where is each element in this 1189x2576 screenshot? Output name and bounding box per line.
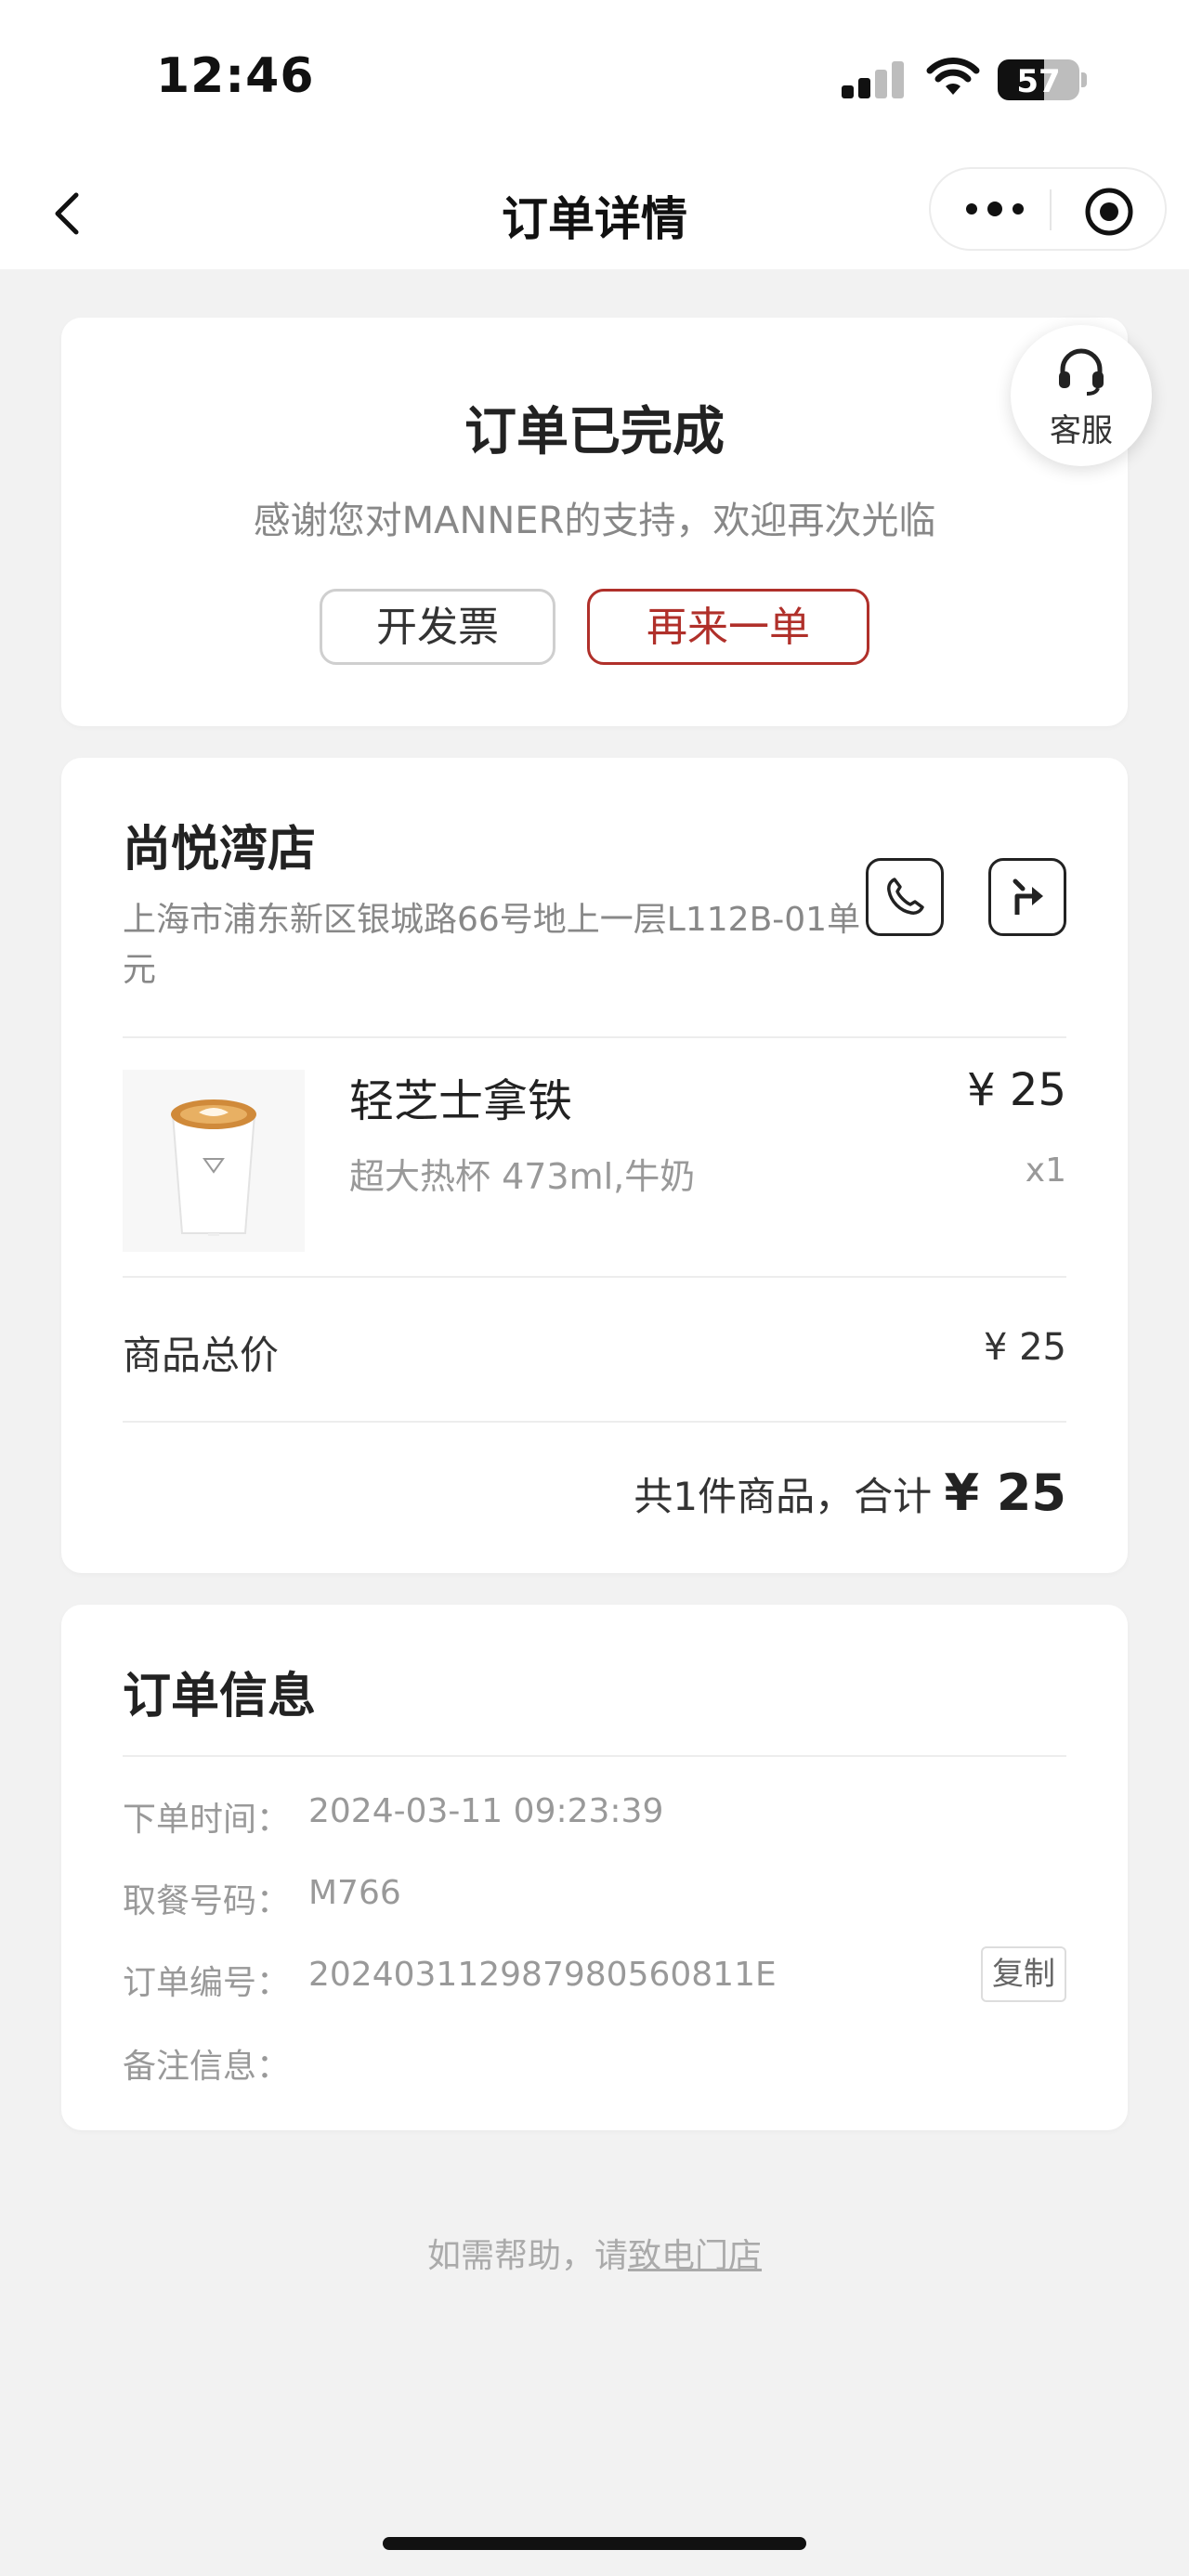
battery-level: 57 (1016, 63, 1061, 100)
order-number-value: 20240311298798056081​1E (308, 1956, 777, 1994)
subtotal-value: ¥ 25 (983, 1326, 1066, 1369)
product-price: ¥ 25 (967, 1064, 1066, 1116)
store-name: 尚悦湾店 (123, 822, 317, 878)
call-store-link[interactable]: 致电门店 (628, 2237, 762, 2275)
remarks-row: 备注信息： (123, 2039, 290, 2088)
headset-icon (1059, 348, 1104, 396)
battery-icon: 57 (998, 59, 1079, 100)
product-quantity: x1 (1025, 1151, 1066, 1190)
coffee-cup-icon (171, 1099, 256, 1236)
order-status-title: 订单已完成 (464, 402, 725, 462)
subtotal-label: 商品总价 (123, 1333, 280, 1378)
navigate-button[interactable] (988, 858, 1066, 936)
product-spec: 超大热杯 473ml,牛奶 (349, 1156, 696, 1197)
phone-icon (887, 878, 924, 915)
order-info-title: 订单信息 (123, 1669, 317, 1724)
mini-program-capsule (929, 167, 1167, 251)
order-time-value: 2024-03-11 09:23:39 (308, 1792, 664, 1830)
home-indicator (383, 2537, 806, 2550)
divider (123, 1036, 1066, 1038)
order-total-value: ¥ 25 (944, 1464, 1066, 1522)
store-address: 上海市浦东新区银城路66号地上一层L112B-01单元 (123, 901, 861, 989)
store-order-card: 尚悦湾店 上海市浦东新区银城路66号地上一层L112B-01单元 轻芝士拿铁 超… (61, 758, 1128, 1573)
nav-bar: 订单详情 (0, 158, 1189, 269)
copy-order-number-button[interactable]: 复制 (981, 1946, 1066, 2002)
battery-tip (1081, 72, 1087, 87)
status-bar: 12:46 57 (0, 0, 1189, 158)
order-status-subtitle: 感谢您对MANNER的支持，欢迎再次光临 (253, 500, 936, 542)
wifi-icon (926, 58, 980, 95)
customer-service-label: 客服 (1050, 412, 1113, 449)
divider (123, 1421, 1066, 1423)
order-total: 共1件商品，合计 ¥ 25 (634, 1464, 1066, 1522)
directions-icon (1013, 878, 1043, 915)
close-target-icon[interactable] (1083, 186, 1135, 238)
info-label: 备注信息： (123, 2048, 291, 2086)
order-info-card: 订单信息 下单时间： 2024-03-11 09:23:39 取餐号码： M76… (61, 1605, 1128, 2130)
help-text: 如需帮助，请致电门店 (0, 2229, 1189, 2277)
status-time: 12:46 (156, 48, 315, 104)
info-label: 订单编号： (123, 1964, 291, 2002)
product-name: 轻芝士拿铁 (349, 1075, 573, 1127)
divider (123, 1276, 1066, 1278)
capsule-divider (1050, 189, 1052, 230)
more-icon[interactable] (962, 195, 1027, 223)
reorder-button[interactable]: 再来一单 (587, 589, 869, 665)
info-label: 下单时间： (123, 1801, 291, 1839)
info-label: 取餐号码： (123, 1882, 291, 1920)
product-image (123, 1070, 305, 1252)
help-prefix: 如需帮助，请 (426, 2237, 628, 2275)
invoice-button[interactable]: 开发票 (320, 589, 555, 665)
pickup-number-row: 取餐号码： M766 (123, 1874, 401, 1922)
divider (123, 1755, 1066, 1757)
cellular-signal-icon (842, 61, 907, 98)
order-status-card: 订单已完成 感谢您对MANNER的支持，欢迎再次光临 开发票 再来一单 (61, 318, 1128, 726)
customer-service-button[interactable]: 客服 (1011, 325, 1152, 466)
call-store-button[interactable] (866, 858, 944, 936)
pickup-number-value: M766 (308, 1874, 401, 1912)
order-number-row: 订单编号： 20240311298798056081​1E (123, 1956, 777, 2004)
order-total-label: 共1件商品，合计 (634, 1474, 933, 1519)
order-time-row: 下单时间： 2024-03-11 09:23:39 (123, 1792, 663, 1841)
